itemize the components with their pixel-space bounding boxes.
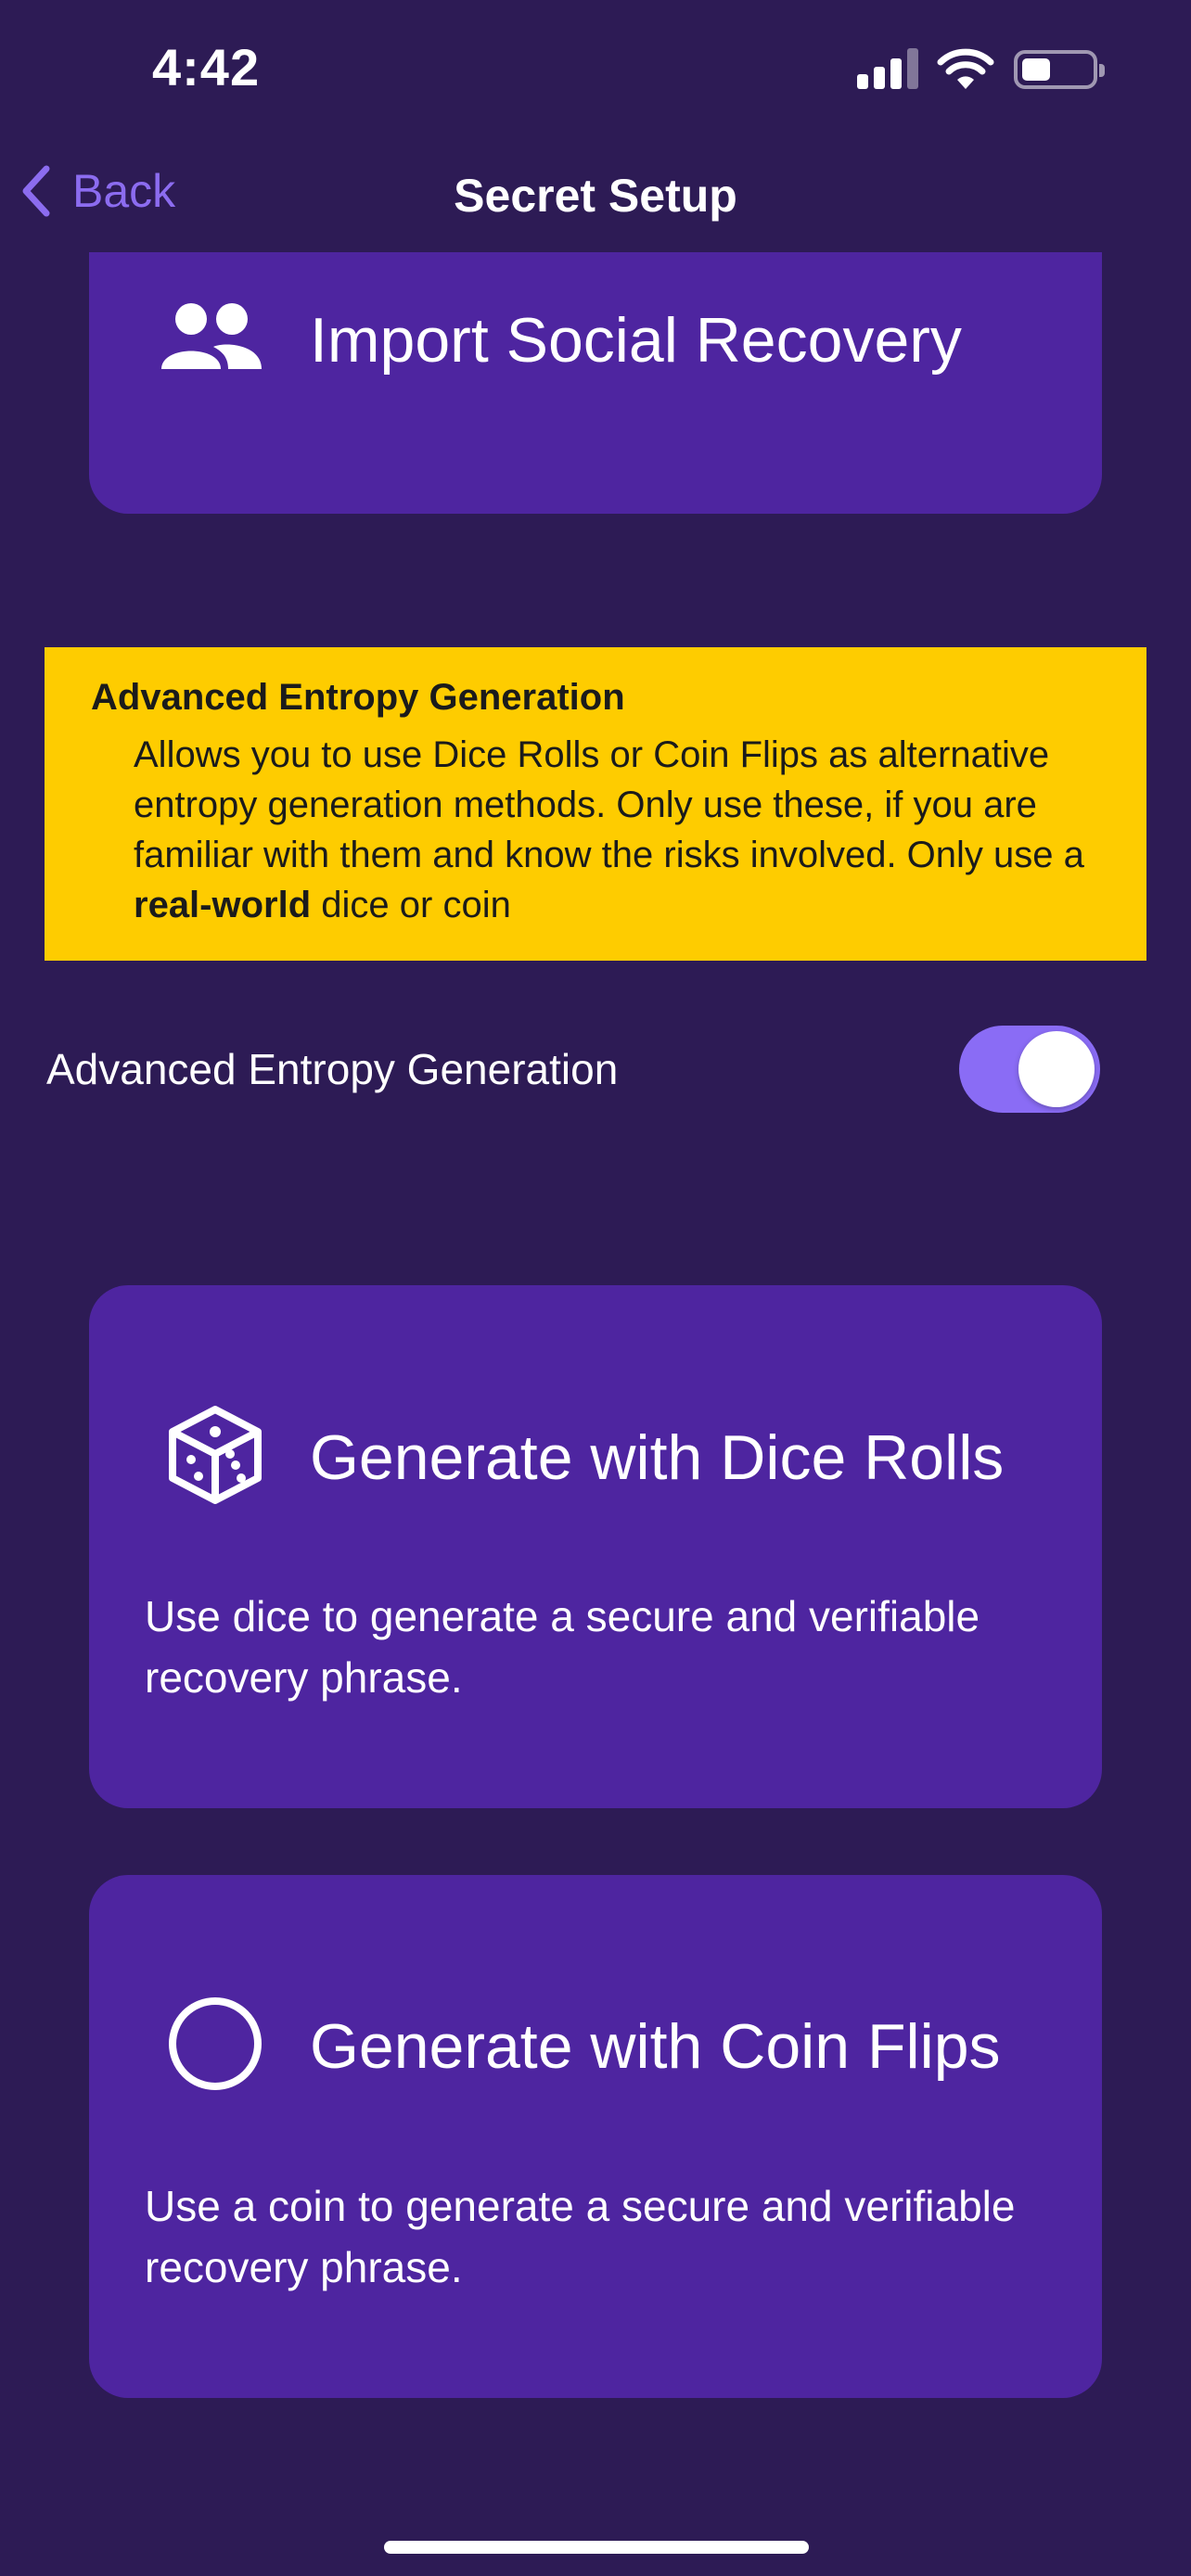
navigation-bar: Back Secret Setup	[0, 148, 1191, 232]
dice-card-description: Use dice to generate a secure and verifi…	[145, 1592, 980, 1702]
coin-card-description: Use a coin to generate a secure and veri…	[145, 2182, 1016, 2291]
generate-coin-flips-card[interactable]: Generate with Coin Flips Use a coin to g…	[89, 1875, 1102, 2398]
generate-dice-rolls-card[interactable]: Generate with Dice Rolls Use dice to gen…	[89, 1285, 1102, 1808]
advanced-entropy-warning-banner: Advanced Entropy Generation Allows you t…	[45, 647, 1146, 961]
coin-card-title: Generate with Coin Flips	[310, 2010, 1001, 2082]
home-indicator[interactable]	[384, 2541, 809, 2554]
dice-card-title: Generate with Dice Rolls	[310, 1422, 1005, 1493]
coin-icon	[167, 1996, 263, 2097]
import-social-recovery-card[interactable]: Import Social Recovery	[89, 252, 1102, 514]
toggle-label: Advanced Entropy Generation	[46, 1045, 619, 1093]
signal-icon	[857, 48, 920, 89]
banner-text: Allows you to use Dice Rolls or Coin Fli…	[134, 734, 1084, 925]
page-title: Secret Setup	[454, 170, 737, 222]
advanced-entropy-toggle-row: Advanced Entropy Generation	[45, 1018, 1102, 1120]
dice-icon	[167, 1404, 263, 1511]
advanced-entropy-toggle[interactable]	[959, 1026, 1100, 1113]
status-bar: 4:42	[0, 0, 1191, 139]
people-icon	[160, 300, 263, 379]
status-time: 4:42	[152, 38, 261, 96]
battery-icon	[1014, 50, 1105, 89]
wifi-icon	[937, 46, 994, 91]
import-social-recovery-title: Import Social Recovery	[310, 304, 962, 376]
toggle-knob	[1018, 1031, 1095, 1107]
banner-title: Advanced Entropy Generation	[91, 677, 625, 718]
